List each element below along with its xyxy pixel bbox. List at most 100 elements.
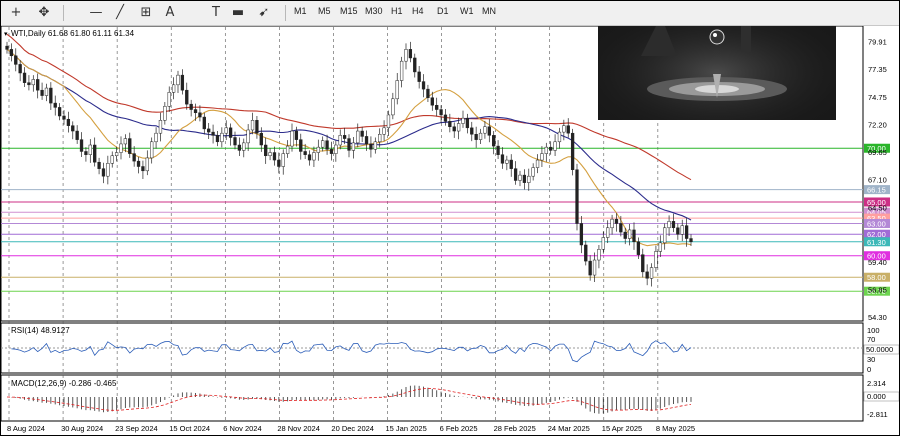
candle-body [250, 120, 255, 131]
candle-body [544, 146, 548, 154]
candle-body [632, 229, 636, 243]
timeframe-m15[interactable]: M15 [340, 6, 358, 16]
candle-body [31, 79, 35, 86]
date-label: 6 Nov 2024 [223, 424, 261, 433]
macd-header: MACD(12,26,9) -0.286 -0.465 [11, 379, 117, 388]
candle-body [220, 132, 224, 143]
date-label: 6 Feb 2025 [440, 424, 478, 433]
candle-body [465, 117, 470, 129]
label-icon[interactable]: T [207, 4, 225, 22]
rsi-axis-30: 30 [867, 355, 875, 364]
hline-icon[interactable]: — [87, 4, 105, 22]
candle-body [128, 138, 132, 154]
macd-axis-zero: 0.000 [867, 392, 886, 401]
shape-icon[interactable]: ▬ [229, 4, 247, 22]
macd-pane[interactable] [1, 374, 864, 422]
candle-body [597, 249, 601, 261]
candle-body [671, 221, 676, 229]
candle-body [193, 109, 198, 114]
candle-body [27, 82, 31, 86]
timeframe-mn[interactable]: MN [482, 6, 496, 16]
candle-body [588, 260, 592, 276]
timeframe-w1[interactable]: W1 [460, 6, 474, 16]
timeframe-m30[interactable]: M30 [365, 6, 383, 16]
candle-body [443, 114, 448, 122]
trendline-icon[interactable]: ╱ [111, 4, 129, 22]
price-label: 64.50 [868, 203, 887, 212]
candle-body [36, 79, 40, 91]
candle-body [272, 152, 277, 161]
candle-body [408, 49, 413, 59]
timeframe-m5[interactable]: M5 [318, 6, 331, 16]
candle-body [264, 144, 268, 157]
date-label: 20 Dec 2024 [331, 424, 374, 433]
level-label: 58.00 [867, 273, 886, 282]
candle-body [312, 152, 316, 161]
candle-body [211, 131, 215, 136]
macd-axis-top: 2.314 [867, 379, 886, 388]
candle-body [224, 127, 228, 134]
candle-body [277, 159, 281, 167]
timeframe-m1[interactable]: M1 [294, 6, 307, 16]
collapse-arrow-icon[interactable]: ▾ [4, 31, 8, 38]
candle-body [163, 106, 167, 121]
arrow-dropdown-icon[interactable]: ➹ [255, 4, 273, 22]
text-icon[interactable]: A [161, 4, 179, 22]
candle-body [487, 126, 491, 136]
candle-body [136, 160, 141, 167]
candle-body [627, 229, 632, 239]
candle-body [123, 138, 128, 145]
candle-body [601, 237, 605, 250]
candle-body [645, 271, 649, 279]
timeframe-h4[interactable]: H4 [412, 6, 424, 16]
date-axis: 8 Aug 2024 30 Aug 2024 23 Sep 2024 15 Oct 2… [7, 424, 695, 433]
candle-body [110, 155, 114, 164]
candle-body [132, 153, 136, 162]
date-label: 8 May 2025 [656, 424, 695, 433]
candle-body [430, 97, 434, 106]
candle-body [290, 130, 294, 147]
candle-body [303, 151, 307, 155]
candle-body [321, 140, 325, 148]
candle-body [492, 135, 496, 147]
date-label: 23 Sep 2024 [115, 424, 158, 433]
candle-body [364, 136, 369, 145]
candle-body [676, 227, 680, 235]
candle-body [62, 115, 66, 120]
level-label: 63.00 [867, 219, 886, 228]
candle-body [281, 153, 285, 167]
candle-body [66, 118, 71, 126]
candle-body [342, 135, 347, 139]
date-label: 28 Feb 2025 [494, 424, 536, 433]
timeframe-d1[interactable]: D1 [437, 6, 449, 16]
candle-body [417, 71, 421, 82]
candle-body [356, 130, 360, 144]
candle-body [338, 135, 342, 146]
candle-body [75, 130, 79, 140]
candle-body [307, 154, 312, 161]
candle-body [461, 117, 465, 124]
candle-body [18, 64, 22, 74]
crosshair-icon[interactable]: + [7, 4, 25, 22]
candle-body [294, 130, 299, 140]
candle-body [483, 126, 487, 134]
chart-area[interactable]: 70.0066.1565.0064.0563.5063.0062.0061.30… [1, 26, 899, 435]
candle-body [649, 267, 654, 279]
fibo-icon[interactable]: ⊞ [137, 4, 155, 22]
candle-body [329, 149, 334, 154]
candle-body [9, 49, 14, 57]
cursor-move-icon[interactable]: ✥ [35, 4, 53, 22]
candle-body [391, 98, 395, 116]
candle-body [171, 84, 176, 93]
candle-body [641, 254, 645, 273]
timeframe-h1[interactable]: H1 [391, 6, 403, 16]
date-label: 15 Apr 2025 [602, 424, 642, 433]
macd-axis-bottom: -2.811 [867, 410, 888, 419]
candle-body [93, 144, 97, 163]
price-label: 54.30 [868, 313, 887, 322]
candle-body [259, 132, 263, 146]
candle-body [579, 223, 584, 246]
candle-body [452, 126, 456, 132]
candle-body [57, 107, 62, 117]
candle-body [198, 112, 202, 118]
